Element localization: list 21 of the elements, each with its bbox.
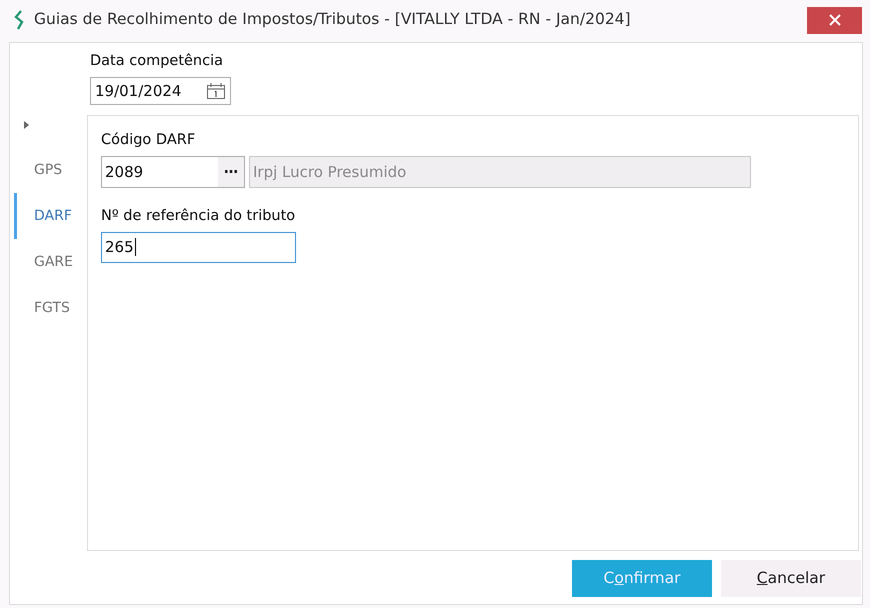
field-label: Data competência — [90, 52, 224, 71]
date-field[interactable]: 19/01/2024 — [90, 76, 231, 105]
confirm-button[interactable]: Confirmar — [572, 560, 712, 597]
field-label: Nº de referência do tributo — [101, 206, 296, 226]
side-tab[interactable]: DARF — [14, 193, 78, 239]
ellipsis-icon — [225, 170, 237, 174]
close-icon — [828, 14, 840, 26]
expand-arrow-icon[interactable] — [24, 121, 30, 129]
side-tab[interactable]: FGTS — [14, 285, 78, 331]
app-logo-icon — [14, 10, 26, 30]
window-title: Guias de Recolhimento de Impostos/Tributos - [VITALLY LTDA - RN - Jan/2024] — [34, 9, 631, 30]
calendar-icon[interactable] — [206, 82, 226, 100]
field-label: Código DARF — [101, 131, 196, 150]
side-tab[interactable]: GARE — [14, 239, 78, 285]
reference-field[interactable]: 265 — [101, 232, 296, 262]
code-field[interactable]: 2089 — [101, 156, 245, 188]
side-tab[interactable]: GPS — [14, 147, 78, 193]
description-field: Irpj Lucro Presumido — [249, 156, 751, 188]
close-button[interactable] — [807, 6, 862, 34]
browse-button[interactable] — [218, 156, 244, 187]
cancel-button[interactable]: Cancelar — [721, 560, 861, 597]
